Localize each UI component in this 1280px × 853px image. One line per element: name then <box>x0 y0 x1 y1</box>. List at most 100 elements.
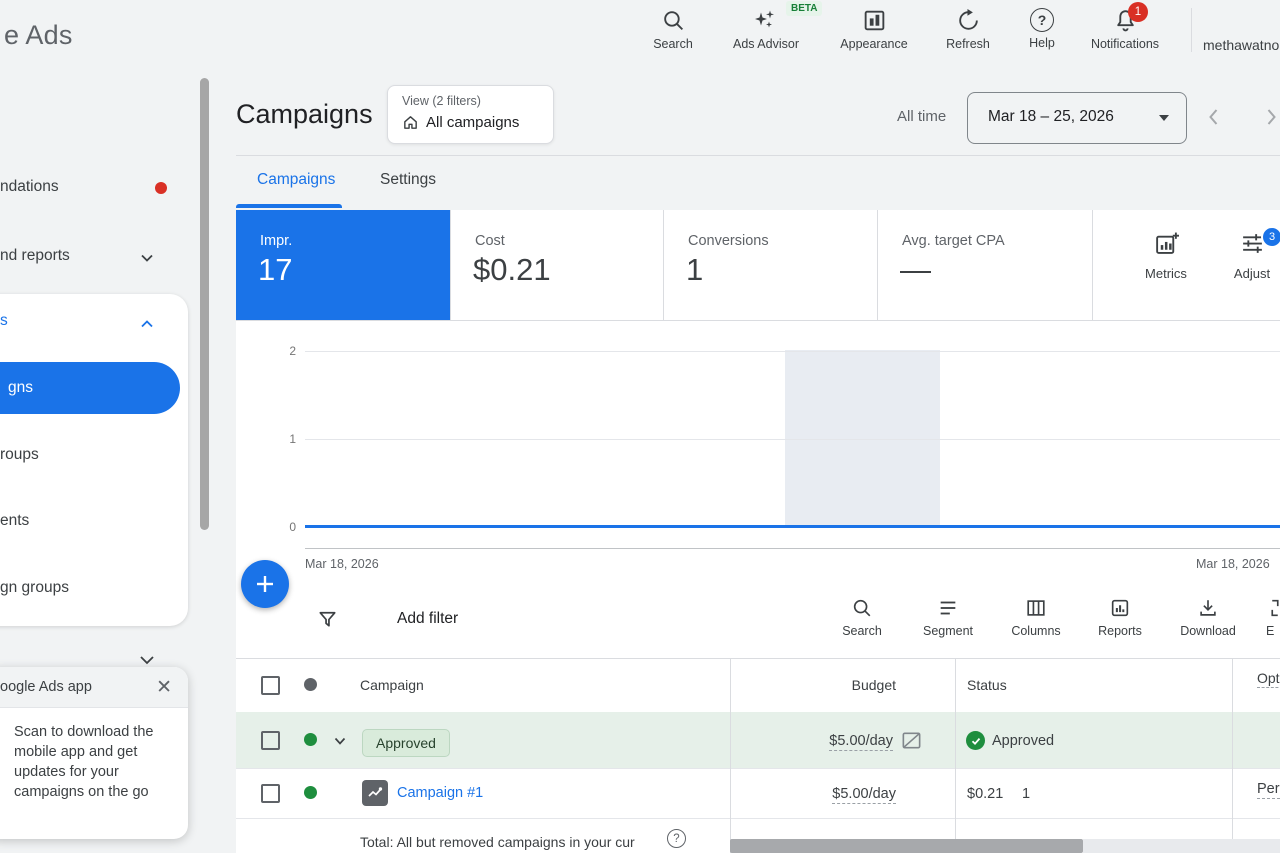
columns-label: Columns <box>1011 624 1060 638</box>
sidebar-item-experiments[interactable]: ents <box>0 512 29 530</box>
mobile-app-popup-header: oogle Ads app ✕ <box>0 667 188 708</box>
recommendations-alert-dot <box>155 182 167 194</box>
all-time-label[interactable]: All time <box>897 108 946 125</box>
view-selector[interactable]: View (2 filters) All campaigns <box>387 85 554 144</box>
y-tick-1: 1 <box>272 432 296 446</box>
x-axis-start-date: Mar 18, 2026 <box>305 557 379 571</box>
row1-enabled-dot[interactable] <box>304 733 317 746</box>
sidebar-item-campaigns-selected[interactable]: gns <box>0 362 180 414</box>
scorecard-conversions-label[interactable]: Conversions <box>688 233 769 249</box>
download-icon <box>1197 597 1219 619</box>
impressions-series-line <box>305 525 1280 528</box>
row2-cost-value: $0.21 <box>967 786 1003 802</box>
sidebar-item-reports[interactable]: nd reports <box>0 247 70 265</box>
scorecard-conversions-value: 1 <box>686 252 703 288</box>
table-hscroll-track[interactable] <box>1083 839 1280 853</box>
sidebar-item-ad-groups[interactable]: roups <box>0 446 39 464</box>
metrics-button[interactable]: Metrics <box>1121 231 1211 281</box>
x-axis-end-date: Mar 18, 2026 <box>1196 557 1270 571</box>
segment-label: Segment <box>923 624 973 638</box>
add-campaign-fab[interactable] <box>241 560 289 608</box>
plus-icon <box>254 573 276 595</box>
topnav-appearance[interactable]: Appearance <box>826 8 922 51</box>
tab-settings[interactable]: Settings <box>380 171 436 189</box>
row2-budget-value[interactable]: $5.00/day <box>832 786 896 804</box>
row1-chevron-down-icon[interactable] <box>332 733 348 749</box>
home-icon <box>402 114 419 131</box>
table-search-button[interactable]: Search <box>820 597 904 638</box>
topbar-divider <box>1191 8 1192 52</box>
search-icon <box>661 8 686 33</box>
segment-button[interactable]: Segment <box>906 597 990 638</box>
account-name[interactable]: methawatno <box>1203 37 1279 53</box>
filter-funnel-icon[interactable] <box>316 608 339 631</box>
select-all-checkbox[interactable] <box>261 676 280 695</box>
add-filter-button[interactable]: Add filter <box>397 610 458 628</box>
download-label: Download <box>1180 624 1236 638</box>
appearance-icon <box>862 8 887 33</box>
topnav-notifications-label: Notifications <box>1091 37 1159 51</box>
date-range-value: Mar 18 – 25, 2026 <box>988 108 1114 126</box>
next-period-chevron-icon[interactable] <box>1260 106 1280 128</box>
topnav-search[interactable]: Search <box>625 8 721 51</box>
page-title: Campaigns <box>236 99 373 130</box>
topnav-search-label: Search <box>653 37 693 51</box>
status-dot-header[interactable] <box>304 678 317 691</box>
google-ads-screen: e Ads Search Ads Advisor BETA Appearance… <box>0 0 1280 853</box>
metrics-icon <box>1154 231 1179 256</box>
scorecard-cost-label[interactable]: Cost <box>475 233 505 249</box>
scorecard-cost-value: $0.21 <box>473 252 551 288</box>
column-header-budget[interactable]: Budget <box>730 677 896 693</box>
expand-button[interactable]: E <box>1250 597 1280 638</box>
table-hscroll-thumb[interactable] <box>730 839 1083 853</box>
scorecard-impressions[interactable]: Impr. 17 <box>236 210 450 320</box>
campaign-type-icon <box>362 780 388 806</box>
chevron-down-icon[interactable] <box>138 249 156 267</box>
total-row-label: Total: All but removed campaigns in your… <box>360 834 635 850</box>
row1-checkbox[interactable] <box>261 731 280 750</box>
column-header-status[interactable]: Status <box>967 677 1007 693</box>
y-tick-2: 2 <box>272 344 296 358</box>
date-range-picker[interactable]: Mar 18 – 25, 2026 <box>967 92 1187 144</box>
column-header-campaign[interactable]: Campaign <box>360 677 424 693</box>
row2-enabled-dot[interactable] <box>304 786 317 799</box>
tab-campaigns[interactable]: Campaigns <box>257 171 335 189</box>
expand-label: E <box>1266 624 1274 638</box>
campaign-name-link[interactable]: Campaign #1 <box>397 785 483 801</box>
close-icon[interactable]: ✕ <box>156 676 172 699</box>
view-value-label: All campaigns <box>426 114 519 131</box>
approved-check-icon <box>966 731 985 750</box>
row1-status-value: Approved <box>992 733 1054 749</box>
beta-badge: BETA <box>786 1 822 16</box>
topnav-appearance-label: Appearance <box>840 37 907 51</box>
scorecard-cpa-value: — <box>900 252 931 288</box>
sparkle-icon <box>753 8 779 33</box>
row1-approved-chip[interactable]: Approved <box>362 729 450 757</box>
topnav-notifications[interactable]: Notifications <box>1077 8 1173 51</box>
column-header-optimization[interactable]: Opti <box>1257 670 1280 688</box>
row1-budget-value[interactable]: $5.00/day <box>829 733 893 751</box>
header-divider <box>236 155 1280 156</box>
download-button[interactable]: Download <box>1166 597 1250 638</box>
chevron-up-icon[interactable] <box>138 315 156 333</box>
reports-button[interactable]: Reports <box>1078 597 1162 638</box>
view-filters-label: View (2 filters) <box>402 94 481 108</box>
topnav-ads-advisor-label: Ads Advisor <box>733 37 799 51</box>
mobile-app-popup-title: oogle Ads app <box>0 679 156 695</box>
prev-period-chevron-icon[interactable] <box>1203 106 1225 128</box>
columns-button[interactable]: Columns <box>994 597 1078 638</box>
row2-checkbox[interactable] <box>261 784 280 803</box>
reports-label: Reports <box>1098 624 1142 638</box>
sidebar-item-campaign-groups[interactable]: gn groups <box>0 579 69 597</box>
expand-icon <box>1264 597 1280 619</box>
scorecard-cpa-label[interactable]: Avg. target CPA <box>902 233 1005 249</box>
help-circle-icon[interactable]: ? <box>667 829 686 848</box>
sidebar-section-campaigns[interactable]: s <box>0 312 8 330</box>
adjust-button-label: Adjust <box>1234 266 1270 281</box>
row2-optimization-value[interactable]: Per <box>1257 781 1280 799</box>
scorecard-impressions-value: 17 <box>258 252 292 288</box>
topnav-help[interactable]: ? Help <box>994 8 1090 50</box>
sidebar-scrollbar[interactable] <box>200 78 209 530</box>
y-tick-0: 0 <box>272 520 296 534</box>
sidebar-item-recommendations[interactable]: ndations <box>0 178 59 196</box>
